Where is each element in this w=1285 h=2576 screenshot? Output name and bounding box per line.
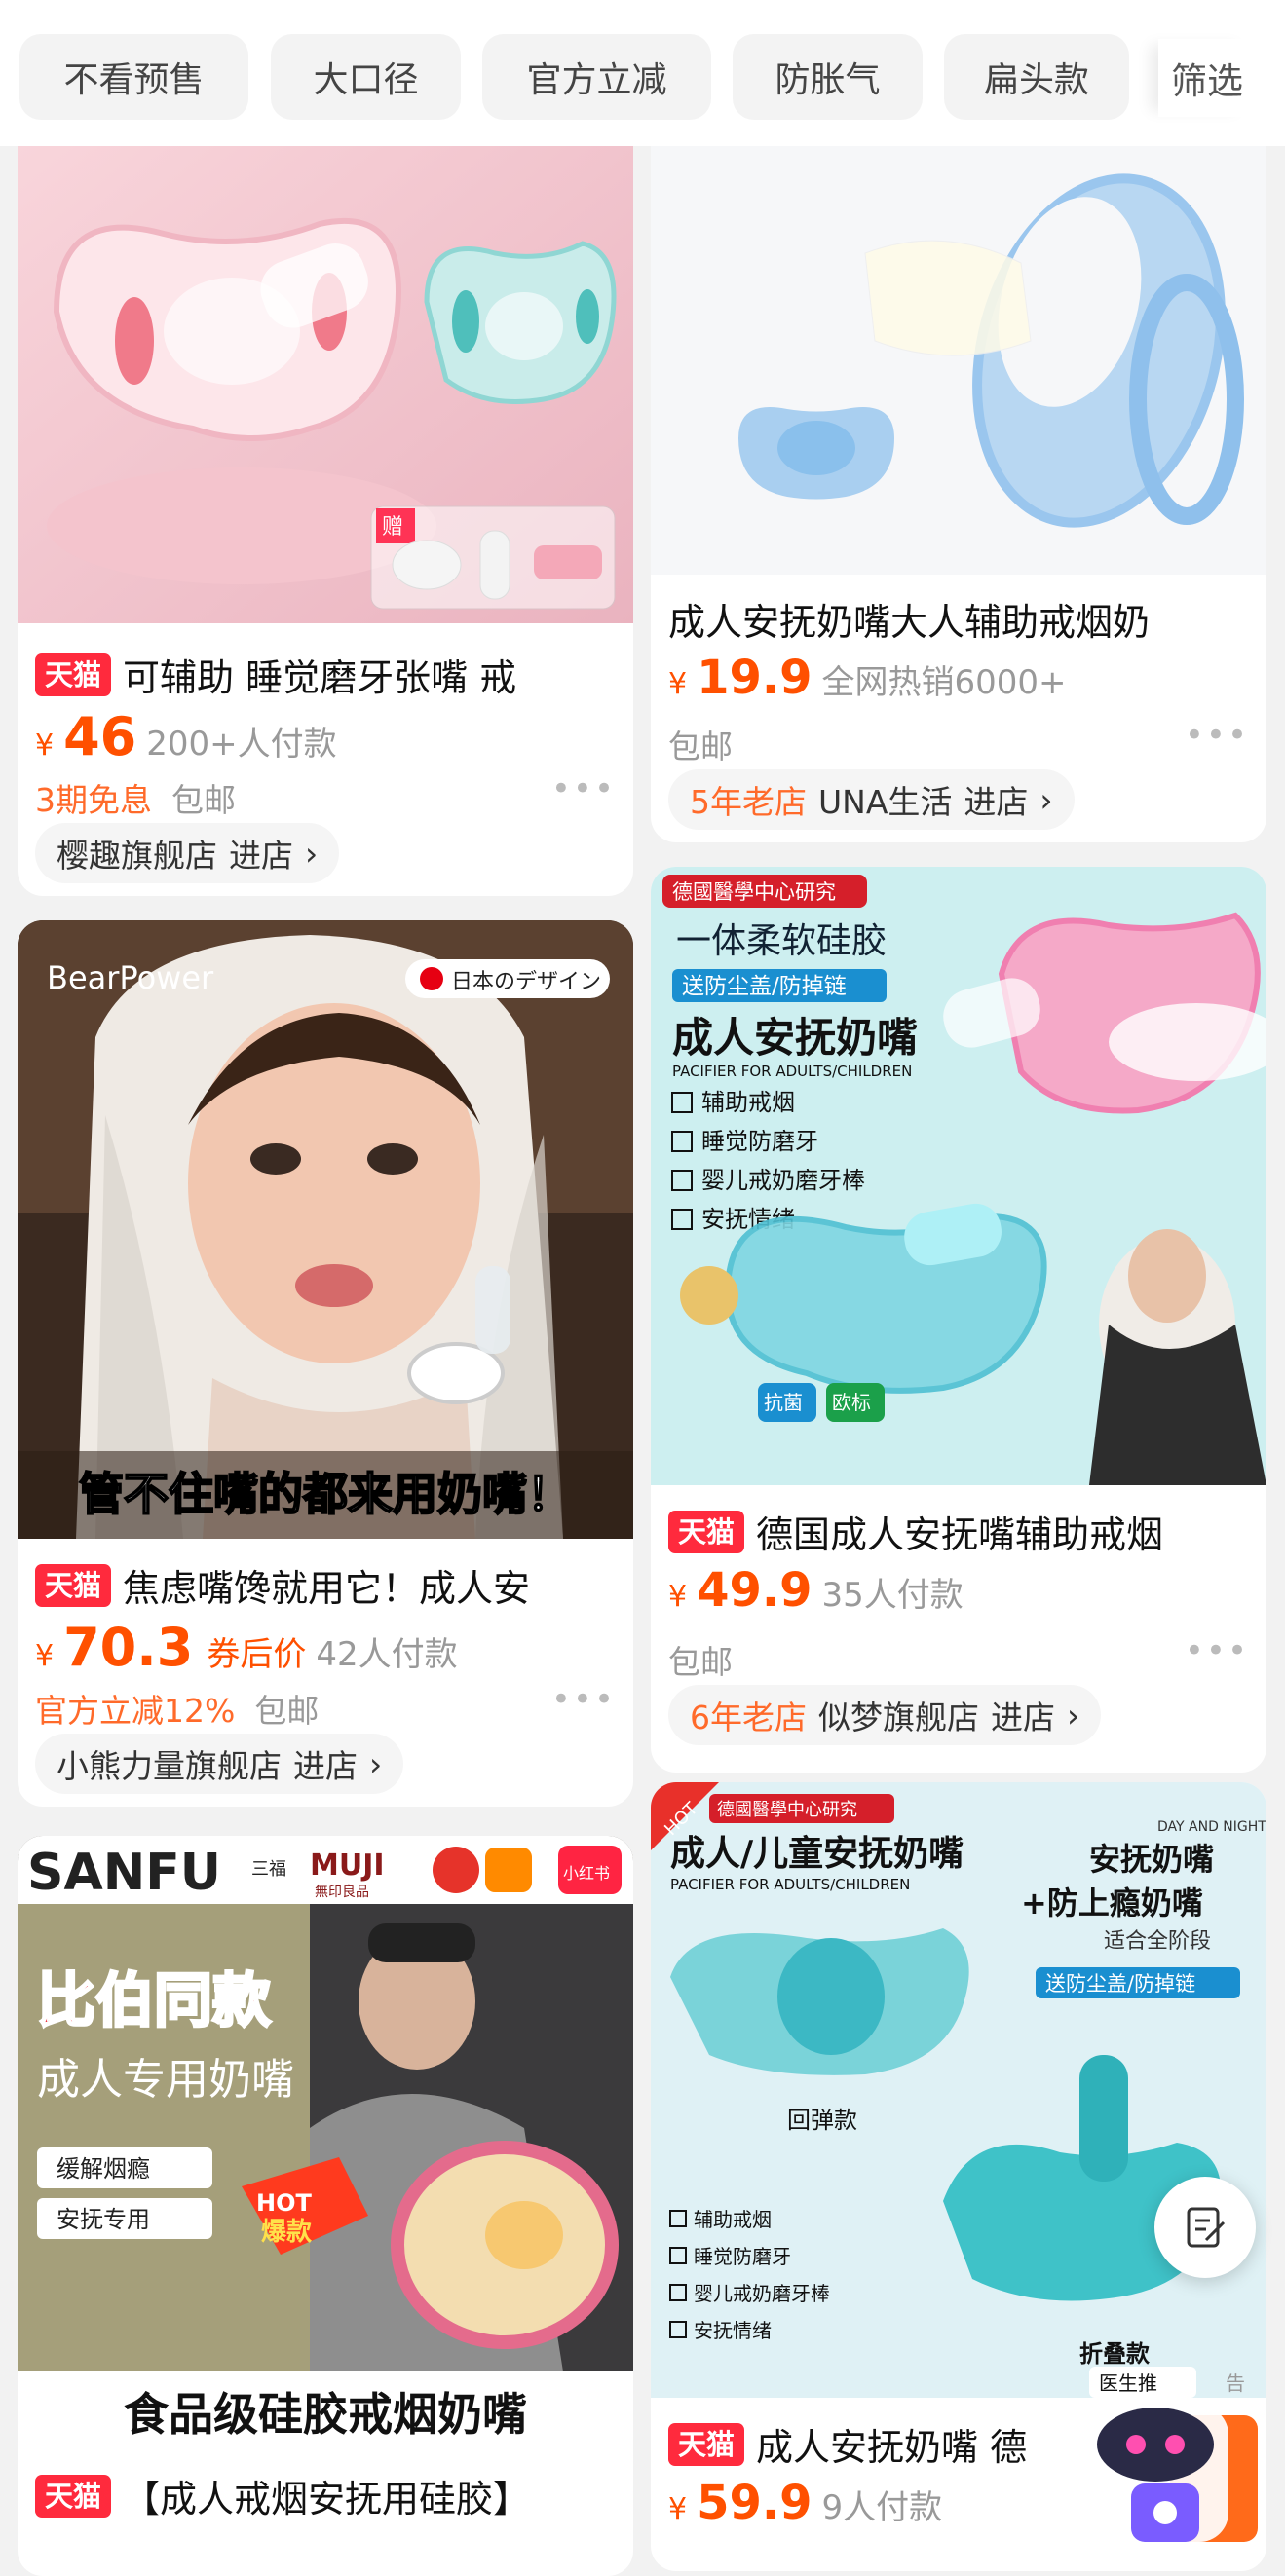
svg-text:+防上瘾奶嘴: +防上瘾奶嘴 <box>1021 1885 1203 1922</box>
headline: 一体柔软硅胶 <box>676 921 887 961</box>
promo-line: 官方立减12% 包邮 <box>35 1692 320 1730</box>
assistant-robot-button[interactable] <box>1082 2376 1258 2542</box>
svg-text:成人/儿童安抚奶嘴: 成人/儿童安抚奶嘴 <box>670 1833 964 1874</box>
promo-line: 包邮 <box>668 1643 733 1681</box>
svg-text:成人安抚奶嘴: 成人安抚奶嘴 <box>672 1014 918 1062</box>
product-image[interactable]: 赠 <box>18 117 633 623</box>
svg-text:辅助戒烟: 辅助戒烟 <box>701 1089 795 1116</box>
chevron-right-icon: › <box>369 1744 383 1783</box>
svg-text:折叠款: 折叠款 <box>1079 2340 1151 2368</box>
svg-text:無印良品: 無印良品 <box>315 1885 369 1900</box>
filter-button[interactable]: 筛选 <box>1158 39 1256 117</box>
product-title[interactable]: 天猫 可辅助 睡觉磨牙张嘴 戒 <box>35 648 620 701</box>
svg-text:欧标: 欧标 <box>832 1391 871 1414</box>
chevron-right-icon: › <box>305 834 319 873</box>
svg-text:爆款: 爆款 <box>261 2218 313 2247</box>
product-image[interactable]: HOT 德國醫學中心研究 成人/儿童安抚奶嘴 PACIFIER FOR ADUL… <box>651 1782 1266 2398</box>
svg-text:HOT: HOT <box>256 2189 312 2217</box>
image-caption: 管不住嘴的都来用奶嘴！ <box>79 1468 572 1520</box>
tmall-badge: 天猫 <box>668 2422 745 2466</box>
more-icon[interactable]: ••• <box>551 1680 616 1719</box>
tmall-badge: 天猫 <box>35 2474 112 2518</box>
shop-link[interactable]: 5年老店 UNA生活 进店 › <box>668 769 1075 830</box>
svg-text:安抚情绪: 安抚情绪 <box>694 2319 772 2342</box>
svg-text:缓解烟瘾: 缓解烟瘾 <box>57 2155 150 2183</box>
shop-link[interactable]: 小熊力量旗舰店 进店 › <box>35 1734 404 1794</box>
shop-link[interactable]: 樱趣旗舰店 进店 › <box>35 823 340 883</box>
filter-chip-anti-colic[interactable]: 防胀气 <box>733 34 923 120</box>
filter-bar: 不看预售 大口径 官方立减 防胀气 扁头款 筛选 <box>0 0 1285 146</box>
more-icon[interactable]: ••• <box>551 769 616 808</box>
svg-text:DAY AND NIGHT: DAY AND NIGHT <box>1157 1819 1266 1835</box>
product-title[interactable]: 天猫 焦虑嘴馋就用它！成人安 <box>35 1558 620 1612</box>
svg-text:三福: 三福 <box>251 1859 286 1880</box>
price: ¥59.9 9人付款 <box>668 2476 943 2530</box>
product-card[interactable]: 德國醫學中心研究 一体柔软硅胶 送防尘盖/防掉链 成人安抚奶嘴 PACIFIER… <box>651 867 1266 1773</box>
svg-text:安抚专用: 安抚专用 <box>57 2206 150 2233</box>
product-image[interactable]: BearPower 日本のデザイン 管不住嘴的都来用奶嘴！ <box>18 920 633 1539</box>
svg-text:回弹款: 回弹款 <box>787 2107 857 2134</box>
svg-text:PACIFIER FOR ADULTS/CHILDREN: PACIFIER FOR ADULTS/CHILDREN <box>670 1876 910 1893</box>
shop-link[interactable]: 6年老店 似梦旗舰店 进店 › <box>668 1685 1102 1745</box>
product-image[interactable] <box>651 117 1266 575</box>
product-card[interactable]: 赠 天猫 可辅助 睡觉磨牙张嘴 戒 ¥46 200+人付款 3期免息 包邮 ••• … <box>18 117 633 896</box>
tmall-badge: 天猫 <box>668 1510 745 1553</box>
edit-icon <box>1187 2207 1226 2248</box>
gift-badge-text: 赠 <box>382 515 403 540</box>
product-title[interactable]: 成人安抚奶嘴大人辅助戒烟奶 <box>668 592 1253 646</box>
price: ¥46 200+人付款 <box>35 706 337 767</box>
svg-text:食品级硅胶戒烟奶嘴: 食品级硅胶戒烟奶嘴 <box>124 2388 527 2441</box>
promo-line: 3期免息 包邮 <box>35 781 236 819</box>
japan-design-tag: 日本のデザイン <box>451 970 601 994</box>
svg-text:德國醫學中心研究: 德國醫學中心研究 <box>717 1800 857 1820</box>
svg-text:适合全阶段: 适合全阶段 <box>1104 1929 1211 1954</box>
svg-text:辅助戒烟: 辅助戒烟 <box>694 2208 772 2231</box>
filter-chip-wide-mouth[interactable]: 大口径 <box>271 34 461 120</box>
svg-text:睡觉防磨牙: 睡觉防磨牙 <box>694 2245 791 2268</box>
svg-text:MUJI: MUJI <box>310 1848 385 1883</box>
product-image[interactable]: 德國醫學中心研究 一体柔软硅胶 送防尘盖/防掉链 成人安抚奶嘴 PACIFIER… <box>651 867 1266 1485</box>
price: ¥19.9 全网热销6000+ <box>668 651 1067 705</box>
lab-badge: 德國醫學中心研究 <box>672 880 836 904</box>
svg-text:比伯同款: 比伯同款 <box>37 1967 271 2035</box>
filter-chip-flat-head[interactable]: 扁头款 <box>944 34 1129 120</box>
svg-text:成人专用奶嘴: 成人专用奶嘴 <box>37 2055 294 2105</box>
product-title[interactable]: 天猫 德国成人安抚嘴辅助戒烟 <box>668 1505 1253 1558</box>
product-card[interactable]: 成人安抚奶嘴大人辅助戒烟奶 ¥19.9 全网热销6000+ 包邮 ••• 5年老店… <box>651 117 1266 842</box>
svg-text:SANFU: SANFU <box>27 1844 221 1902</box>
product-image[interactable]: SANFU 三福 MUJI 無印良品 小红书 比伯同款 成人专用奶嘴 缓解烟瘾 … <box>18 1836 633 2454</box>
svg-text:婴儿戒奶磨牙棒: 婴儿戒奶磨牙棒 <box>701 1167 865 1194</box>
chevron-right-icon: › <box>1067 1696 1080 1735</box>
more-icon[interactable]: ••• <box>1185 716 1249 755</box>
tmall-badge: 天猫 <box>35 653 112 696</box>
svg-text:PACIFIER FOR ADULTS/CHILDREN: PACIFIER FOR ADULTS/CHILDREN <box>672 1063 912 1080</box>
more-icon[interactable]: ••• <box>1185 1631 1249 1670</box>
svg-text:抗菌: 抗菌 <box>764 1391 803 1414</box>
edit-button[interactable] <box>1154 2177 1256 2278</box>
tmall-badge: 天猫 <box>35 1563 112 1607</box>
svg-text:送防尘盖/防掉链: 送防尘盖/防掉链 <box>1045 1972 1195 1996</box>
filter-chip-official-discount[interactable]: 官方立减 <box>482 34 711 120</box>
svg-text:睡觉防磨牙: 睡觉防磨牙 <box>701 1128 818 1155</box>
brand-logo-text: BearPower <box>47 959 214 996</box>
assistant-robot-icon <box>1082 2406 1258 2542</box>
product-title[interactable]: 天猫 【成人戒烟安抚用硅胶】 <box>35 2469 620 2522</box>
filter-chip-no-presale[interactable]: 不看预售 <box>19 34 248 120</box>
product-card[interactable]: SANFU 三福 MUJI 無印良品 小红书 比伯同款 成人专用奶嘴 缓解烟瘾 … <box>18 1836 633 2576</box>
price: ¥49.9 35人付款 <box>668 1563 964 1618</box>
svg-text:送防尘盖/防掉链: 送防尘盖/防掉链 <box>682 974 847 999</box>
chevron-right-icon: › <box>1039 780 1053 819</box>
svg-text:婴儿戒奶磨牙棒: 婴儿戒奶磨牙棒 <box>694 2282 830 2305</box>
promo-line: 包邮 <box>668 728 733 765</box>
product-card[interactable]: BearPower 日本のデザイン 管不住嘴的都来用奶嘴！ 天猫 焦虑嘴馋就用它… <box>18 920 633 1807</box>
svg-text:安抚奶嘴: 安抚奶嘴 <box>1089 1841 1214 1878</box>
svg-text:小红书: 小红书 <box>563 1864 610 1883</box>
price: ¥70.3 券后价 42人付款 <box>35 1617 458 1678</box>
